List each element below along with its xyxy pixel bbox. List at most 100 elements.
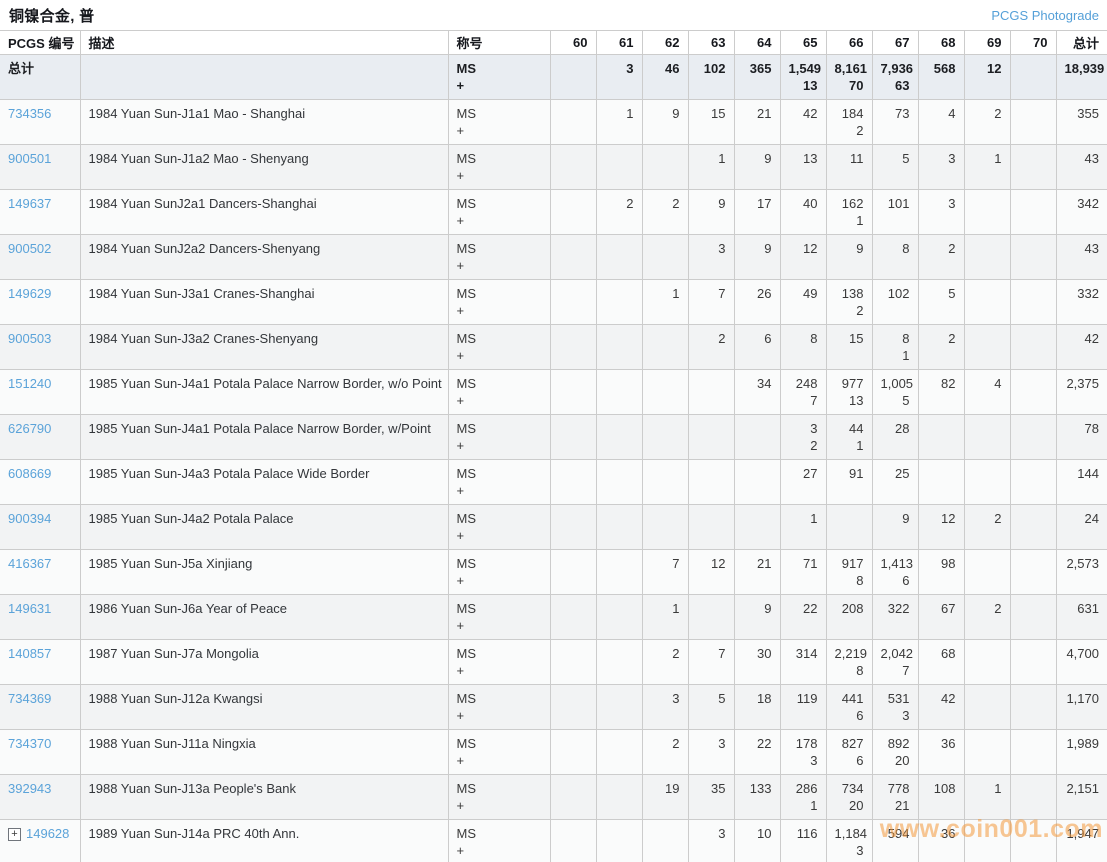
grade-cell-63: [687, 414, 735, 460]
designation-grade: MS: [456, 511, 477, 526]
grade-cell-64: 21: [733, 99, 781, 145]
designation-grade: MS: [456, 736, 477, 751]
grade-cell-61: [595, 819, 643, 862]
grade-cell-66: 15: [825, 324, 873, 370]
grade-value: 91: [849, 466, 864, 481]
grade-plus-value: 13: [803, 78, 818, 93]
designation-grade: MS: [456, 556, 477, 571]
pcgs-number-link[interactable]: 149637: [8, 196, 51, 211]
grade-cell-63: 2: [687, 324, 735, 370]
grade-value: 2: [672, 196, 680, 211]
pcgs-number-link[interactable]: 900394: [8, 511, 51, 526]
grade-value: 7: [718, 286, 726, 301]
grade-value: 2: [672, 736, 680, 751]
grade-cell-64: 10: [733, 819, 781, 862]
grade-cell-66: 44 1: [825, 414, 873, 460]
grade-cell-67: 8: [871, 234, 919, 280]
grade-cell-60: [549, 774, 597, 820]
grade-cell-62: 2: [641, 729, 689, 775]
pcgs-number-link[interactable]: 626790: [8, 421, 51, 436]
header-grade-67: 67: [871, 30, 919, 55]
total-cell: 631: [1055, 594, 1107, 640]
grade-cell-67: 1,005 5: [871, 369, 919, 415]
designation-cell: MS +: [447, 369, 551, 415]
grade-value: 8: [810, 331, 818, 346]
grade-value: 286: [795, 781, 818, 796]
grade-cell-61: [595, 594, 643, 640]
pcgs-number-link[interactable]: 149629: [8, 286, 51, 301]
header-grade-70: 70: [1009, 30, 1057, 55]
pcgs-number-link[interactable]: 149631: [8, 601, 51, 616]
grade-value: 98: [941, 556, 956, 571]
description-cell: 1984 Yuan Sun-J3a1 Cranes-Shanghai: [79, 279, 449, 325]
header-grade-69: 69: [963, 30, 1011, 55]
coin-description: 1987 Yuan Sun-J7a Mongolia: [88, 646, 259, 661]
grade-cell-66: 917 8: [825, 549, 873, 595]
grade-value: 2: [948, 331, 956, 346]
pcgs-number-cell: 392943: [0, 774, 81, 820]
photograde-link[interactable]: PCGS Photograde: [991, 8, 1099, 23]
grade-cell-65: 116: [779, 819, 827, 862]
grade-cell-63: 35: [687, 774, 735, 820]
grade-cell-63: [687, 504, 735, 550]
pcgs-number-link[interactable]: 151240: [8, 376, 51, 391]
grade-value: 977: [841, 376, 864, 391]
pcgs-number-link[interactable]: 149628: [26, 826, 69, 841]
expand-icon[interactable]: +: [8, 828, 21, 841]
table-header: PCGS 编号 描述 称号 60 61 62 63 64 65 66 67 68 69 70 总计: [0, 30, 1107, 55]
designation-cell: MS +: [447, 144, 551, 190]
grade-value: 15: [711, 106, 726, 121]
table-row: 416367 1985 Yuan Sun-J5a Xinjiang MS +7 12 21…: [0, 549, 1107, 595]
pcgs-number-link[interactable]: 900501: [8, 151, 51, 166]
grade-plus-value: 2: [810, 438, 818, 453]
grade-value: 22: [757, 736, 772, 751]
grade-cell-70: [1009, 144, 1057, 190]
description-cell: 1985 Yuan Sun-J4a1 Potala Palace Narrow …: [79, 414, 449, 460]
pcgs-number-link[interactable]: 608669: [8, 466, 51, 481]
grade-cell-69: 1: [963, 774, 1011, 820]
pcgs-number-link[interactable]: 900503: [8, 331, 51, 346]
designation-plus: +: [456, 213, 465, 228]
grade-value: 1: [626, 106, 634, 121]
grade-cell-64: 17: [733, 189, 781, 235]
grade-cell-63: [687, 459, 735, 505]
grade-value: 102: [887, 286, 910, 301]
pcgs-number-link[interactable]: 140857: [8, 646, 51, 661]
pcgs-number-link[interactable]: 734370: [8, 736, 51, 751]
grade-cell-60: [549, 729, 597, 775]
grade-cell-62: [641, 234, 689, 280]
description-cell: 1988 Yuan Sun-J13a People's Bank: [79, 774, 449, 820]
grade-cell-70: [1009, 594, 1057, 640]
pcgs-number-link[interactable]: 734369: [8, 691, 51, 706]
grade-value: 44: [849, 421, 864, 436]
grade-cell-68: 68: [917, 639, 965, 685]
pcgs-number-link[interactable]: 416367: [8, 556, 51, 571]
grade-cell-66: 827 6: [825, 729, 873, 775]
designation-plus: +: [456, 753, 465, 768]
pcgs-number-cell: 149629: [0, 279, 81, 325]
designation-grade: MS: [456, 241, 477, 256]
grade-plus-value: 1: [856, 438, 864, 453]
pcgs-number-link[interactable]: 392943: [8, 781, 51, 796]
grade-value: 12: [803, 241, 818, 256]
pcgs-number-link[interactable]: 900502: [8, 241, 51, 256]
grade-plus-value: 7: [810, 393, 818, 408]
grade-cell-70: [1009, 504, 1057, 550]
grade-value: 82: [941, 376, 956, 391]
grade-cell-70: [1009, 459, 1057, 505]
designation-grade: MS: [456, 826, 477, 841]
grade-value: 4: [948, 106, 956, 121]
grade-cell-69: [963, 639, 1011, 685]
grade-cell-60: [549, 459, 597, 505]
grade-value: 184: [841, 106, 864, 121]
pcgs-number-cell: 900503: [0, 324, 81, 370]
pcgs-number-link[interactable]: 734356: [8, 106, 51, 121]
grade-value: 2: [994, 601, 1002, 616]
coin-description: 1989 Yuan Sun-J14a PRC 40th Ann.: [88, 826, 300, 841]
grade-cell-63: 7: [687, 639, 735, 685]
grade-cell-70: [1009, 189, 1057, 235]
designation-grade: MS: [456, 331, 477, 346]
grade-plus-value: 3: [810, 753, 818, 768]
grade-cell-69: 1: [963, 144, 1011, 190]
designation-grade: MS: [456, 106, 477, 121]
